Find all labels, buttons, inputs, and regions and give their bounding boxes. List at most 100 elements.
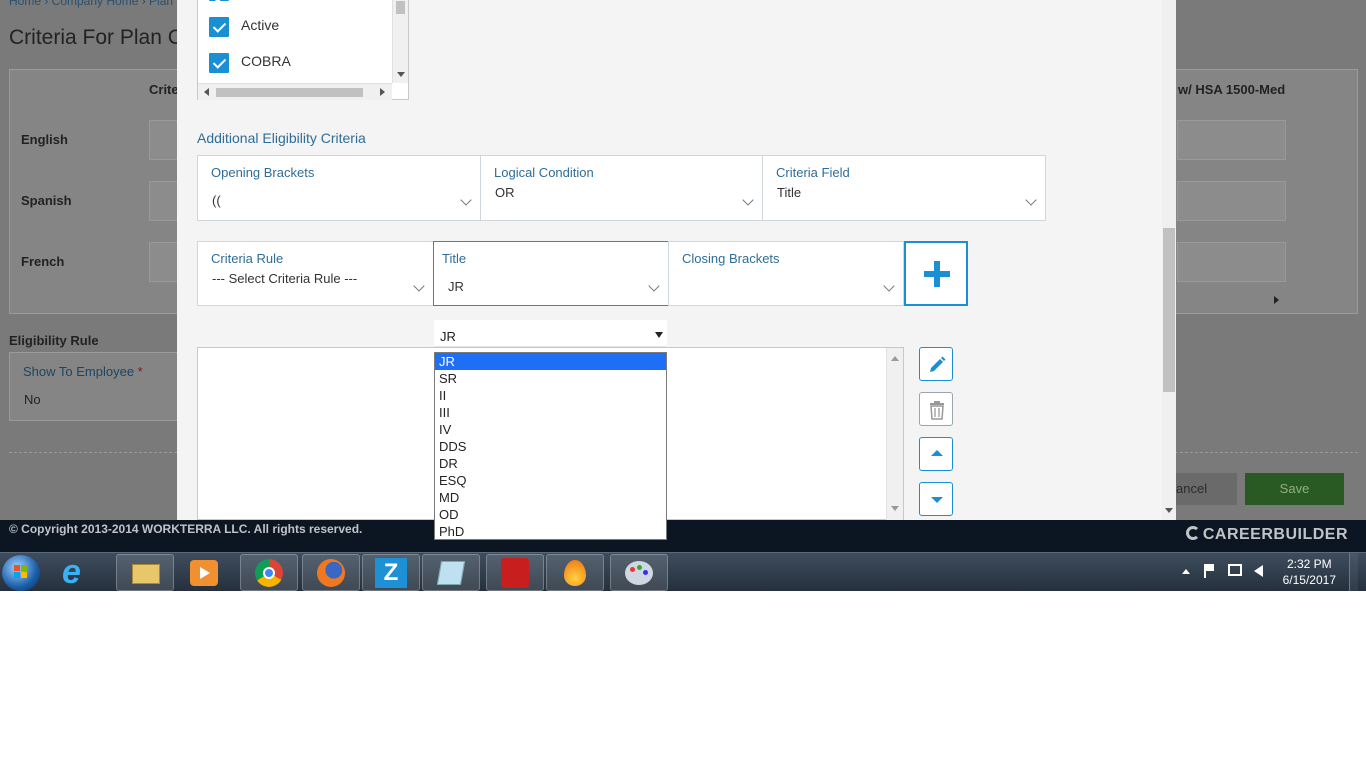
show-to-employee-label: Show To Employee * — [23, 364, 143, 379]
modal-scrollbar[interactable] — [1162, 0, 1176, 520]
english-input[interactable] — [149, 120, 179, 160]
chrome-icon[interactable] — [240, 554, 298, 591]
scroll-down-arrow-icon[interactable] — [891, 506, 899, 511]
show-to-employee-value[interactable]: No — [24, 392, 41, 407]
network-icon[interactable] — [1228, 564, 1242, 576]
z-app-icon[interactable]: Z — [362, 554, 420, 591]
spanish-input[interactable] — [149, 181, 179, 221]
title-options-dropdown[interactable]: JR SR II III IV DDS DR ESQ MD OD PhD — [434, 352, 667, 540]
criteria-list-select[interactable]: JR — [434, 320, 667, 347]
hscroll-thumb[interactable] — [216, 88, 363, 97]
chevron-down-icon — [742, 194, 754, 206]
move-up-button[interactable] — [919, 437, 953, 471]
scroll-right-arrow-icon[interactable] — [380, 88, 385, 96]
title-select[interactable]: Title JR — [433, 241, 669, 306]
adobe-reader-icon[interactable] — [486, 554, 544, 591]
vscroll-thumb[interactable] — [396, 1, 405, 14]
language-french: French — [21, 254, 65, 269]
scroll-left-arrow-icon[interactable] — [204, 88, 209, 96]
status-list-vscrollbar[interactable] — [392, 0, 408, 83]
eligibility-rule-label: Eligibility Rule — [9, 333, 99, 348]
taskbar: e Z 2:32 PM 6/15/2017 — [0, 552, 1366, 591]
scroll-down-arrow-icon[interactable] — [1165, 508, 1173, 513]
internet-explorer-icon[interactable]: e — [62, 555, 102, 590]
title-option[interactable]: DDS — [435, 438, 666, 455]
save-button[interactable]: Save — [1245, 473, 1344, 505]
show-to-employee-box — [9, 352, 179, 421]
clock-time: 2:32 PM — [1286, 557, 1332, 571]
title-option[interactable]: DR — [435, 455, 666, 472]
file-explorer-icon[interactable] — [116, 554, 174, 591]
media-player-icon[interactable] — [190, 560, 218, 586]
closing-brackets-label: Closing Brackets — [682, 251, 780, 266]
scroll-down-arrow-icon[interactable] — [397, 72, 405, 77]
title-option[interactable]: ESQ — [435, 472, 666, 489]
logical-condition-value: OR — [495, 185, 515, 200]
logical-condition-select[interactable]: Logical Condition OR — [480, 155, 763, 221]
closing-brackets-select[interactable]: Closing Brackets — [668, 241, 904, 306]
status-checkbox-partial[interactable] — [209, 0, 229, 1]
criteria-list-scrollbar[interactable] — [886, 348, 903, 520]
title-option[interactable]: MD — [435, 489, 666, 506]
additional-criteria-title: Additional Eligibility Criteria — [197, 130, 366, 146]
column-header-left: Crite — [149, 82, 179, 97]
spanish-input-right[interactable] — [1177, 181, 1286, 221]
criteria-field-value: Title — [777, 185, 802, 200]
edit-button[interactable] — [919, 347, 953, 381]
volume-icon[interactable] — [1254, 565, 1263, 577]
logical-condition-label: Logical Condition — [494, 165, 594, 180]
language-english: English — [21, 132, 68, 147]
caret-up-icon — [931, 450, 943, 456]
opening-brackets-label: Opening Brackets — [211, 165, 315, 180]
cobra-checkbox[interactable] — [209, 53, 229, 73]
notepad-app-icon[interactable] — [422, 554, 480, 591]
english-input-right[interactable] — [1177, 120, 1286, 160]
breadcrumb[interactable]: Home › Company Home › Plan — [9, 0, 173, 8]
french-input-right[interactable] — [1177, 242, 1286, 282]
title-option[interactable]: JR — [435, 353, 666, 370]
chevron-down-icon — [883, 280, 895, 292]
active-label: Active — [241, 17, 280, 33]
opening-brackets-select[interactable]: Opening Brackets (( — [197, 155, 481, 221]
plus-icon — [924, 261, 950, 287]
french-input[interactable] — [149, 242, 179, 282]
active-checkbox[interactable] — [209, 17, 229, 37]
criteria-rule-label: Criteria Rule — [211, 251, 284, 266]
language-spanish: Spanish — [21, 193, 72, 208]
title-option[interactable]: IV — [435, 421, 666, 438]
chevron-down-icon — [1025, 194, 1037, 206]
clock[interactable]: 2:32 PM 6/15/2017 — [1283, 556, 1336, 588]
chevron-down-icon — [648, 280, 660, 292]
trash-icon — [930, 401, 944, 420]
status-list-hscrollbar[interactable] — [198, 83, 392, 100]
table-scroll-right-arrow[interactable] — [1274, 296, 1279, 304]
title-option[interactable]: III — [435, 404, 666, 421]
title-value: JR — [448, 279, 464, 294]
criteria-field-select[interactable]: Criteria Field Title — [762, 155, 1046, 221]
status-listbox[interactable]: Active COBRA — [197, 0, 409, 100]
caret-down-icon — [931, 497, 943, 503]
show-hidden-icons-icon[interactable] — [1182, 569, 1190, 574]
scroll-up-arrow-icon[interactable] — [891, 356, 899, 361]
title-option[interactable]: II — [435, 387, 666, 404]
title-option[interactable]: OD — [435, 506, 666, 523]
flag-icon[interactable] — [1204, 564, 1214, 578]
modal-scroll-thumb[interactable] — [1163, 228, 1175, 392]
delete-button[interactable] — [919, 392, 953, 426]
clock-date: 6/15/2017 — [1282, 573, 1336, 587]
title-option[interactable]: SR — [435, 370, 666, 387]
move-down-button[interactable] — [919, 482, 953, 516]
criteria-rule-select[interactable]: Criteria Rule --- Select Criteria Rule -… — [197, 241, 434, 306]
add-criteria-button[interactable] — [904, 241, 968, 306]
cancel-button[interactable]: ancel — [1176, 473, 1237, 505]
start-orb-icon[interactable] — [2, 555, 40, 591]
pencil-icon — [930, 356, 946, 372]
paint-app-icon[interactable] — [610, 554, 668, 591]
show-desktop-button[interactable] — [1349, 553, 1358, 591]
firefox-icon[interactable] — [302, 554, 360, 591]
screen: Home › Company Home › Plan Criteria For … — [0, 0, 1366, 591]
title-label: Title — [442, 251, 467, 266]
title-option[interactable]: PhD — [435, 523, 666, 540]
flame-app-icon[interactable] — [546, 554, 604, 591]
careerbuilder-logo: CAREERBUILDER — [1185, 526, 1348, 544]
